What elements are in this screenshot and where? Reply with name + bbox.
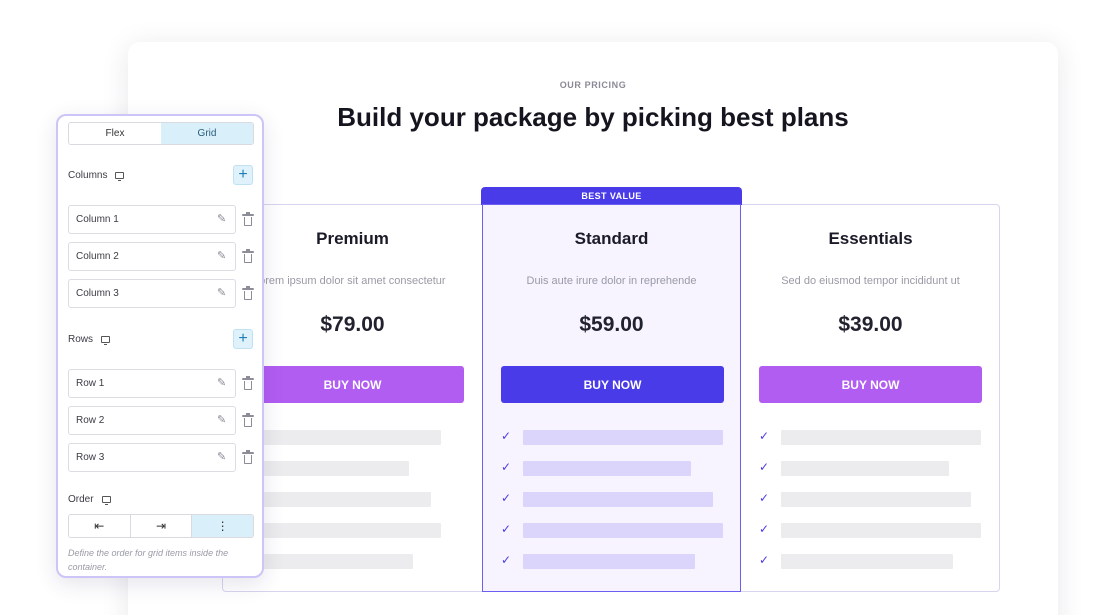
column-item[interactable]: Column 2 ✎ — [68, 242, 236, 271]
feature-placeholder — [241, 492, 431, 507]
order-toggle: ⇤ ⇥ ⋮ — [68, 514, 254, 538]
rows-section-label: Rows — [68, 334, 111, 346]
delete-icon[interactable] — [242, 286, 254, 300]
feature-placeholder — [523, 461, 691, 476]
buy-now-button[interactable]: BUY NOW — [759, 366, 982, 403]
plan-price: $39.00 — [838, 313, 903, 336]
delete-icon[interactable] — [242, 376, 254, 390]
align-start-icon[interactable]: ⇤ — [69, 515, 131, 537]
edit-icon[interactable]: ✎ — [217, 287, 229, 299]
row-item[interactable]: Row 2 ✎ — [68, 406, 236, 435]
plan-name: Standard — [574, 229, 649, 248]
columns-label: Columns — [68, 170, 108, 181]
feature-placeholder — [523, 523, 723, 538]
plan-standard: Standard Duis aute irure dolor in repreh… — [482, 204, 741, 592]
order-section-label: Order — [68, 494, 111, 506]
column-item[interactable]: Column 3 ✎ — [68, 279, 236, 308]
plan-essentials: Essentials Sed do eiusmod tempor incidid… — [741, 205, 1000, 591]
delete-icon[interactable] — [242, 212, 254, 226]
check-icon: ✓ — [759, 460, 770, 474]
plan-description: Duis aute irure dolor in reprehende — [526, 275, 697, 287]
column-label: Column 2 — [76, 251, 119, 262]
delete-icon[interactable] — [242, 413, 254, 427]
feature-placeholder — [781, 430, 981, 445]
row-label: Row 2 — [76, 415, 105, 426]
layout-settings-panel: Flex Grid Columns + Column 1 ✎ Column 2 … — [56, 114, 264, 578]
desktop-icon[interactable] — [115, 172, 125, 182]
pricing-section: OUR PRICING Build your package by pickin… — [128, 42, 1058, 615]
order-help-text: Define the order for grid items inside t… — [68, 548, 229, 572]
column-item[interactable]: Column 1 ✎ — [68, 205, 236, 234]
delete-icon[interactable] — [242, 249, 254, 263]
row-item[interactable]: Row 3 ✎ — [68, 443, 236, 472]
column-label: Column 1 — [76, 214, 119, 225]
feature-placeholder — [241, 554, 413, 569]
section-heading: Build your package by picking best plans — [337, 102, 849, 132]
columns-section-label: Columns — [68, 170, 125, 182]
order-label: Order — [68, 494, 94, 505]
feature-placeholder — [523, 492, 713, 507]
desktop-icon[interactable] — [101, 336, 111, 346]
tab-flex[interactable]: Flex — [69, 123, 161, 144]
feature-placeholder — [523, 430, 723, 445]
feature-placeholder — [781, 554, 953, 569]
check-icon: ✓ — [501, 491, 512, 505]
check-icon: ✓ — [759, 553, 770, 567]
feature-placeholder — [241, 430, 441, 445]
plan-description: Sed do eiusmod tempor incididunt ut — [781, 275, 960, 287]
add-column-button[interactable]: + — [233, 165, 253, 185]
tab-grid[interactable]: Grid — [161, 123, 253, 144]
feature-placeholder — [781, 492, 971, 507]
check-icon: ✓ — [759, 491, 770, 505]
section-eyebrow: OUR PRICING — [559, 80, 627, 90]
check-icon: ✓ — [501, 429, 512, 443]
row-item[interactable]: Row 1 ✎ — [68, 369, 236, 398]
plan-price: $59.00 — [579, 313, 644, 336]
edit-icon[interactable]: ✎ — [217, 414, 229, 426]
feature-placeholder — [781, 523, 981, 538]
edit-icon[interactable]: ✎ — [217, 377, 229, 389]
check-icon: ✓ — [501, 460, 512, 474]
plans-container: BEST VALUE Premium Lorem ipsum dolor sit… — [222, 187, 1000, 592]
plan-name: Essentials — [828, 229, 913, 248]
buy-now-button[interactable]: BUY NOW — [501, 366, 724, 403]
check-icon: ✓ — [759, 429, 770, 443]
edit-icon[interactable]: ✎ — [217, 250, 229, 262]
desktop-icon[interactable] — [101, 496, 111, 506]
check-icon: ✓ — [759, 522, 770, 536]
delete-icon[interactable] — [242, 450, 254, 464]
edit-icon[interactable]: ✎ — [217, 213, 229, 225]
align-end-icon[interactable]: ⇥ — [130, 515, 193, 537]
feature-placeholder — [241, 523, 441, 538]
feature-placeholder — [781, 461, 949, 476]
more-vertical-icon[interactable]: ⋮ — [192, 515, 253, 537]
feature-placeholder — [241, 461, 409, 476]
buy-now-button[interactable]: BUY NOW — [241, 366, 464, 403]
best-value-badge: BEST VALUE — [481, 187, 742, 205]
edit-icon[interactable]: ✎ — [217, 451, 229, 463]
row-label: Row 1 — [76, 378, 105, 389]
row-label: Row 3 — [76, 452, 105, 463]
check-icon: ✓ — [501, 522, 512, 536]
check-icon: ✓ — [501, 553, 512, 567]
feature-placeholder — [523, 554, 695, 569]
layout-mode-toggle: Flex Grid — [68, 122, 254, 145]
add-row-button[interactable]: + — [233, 329, 253, 349]
rows-label: Rows — [68, 334, 94, 345]
column-label: Column 3 — [76, 288, 119, 299]
